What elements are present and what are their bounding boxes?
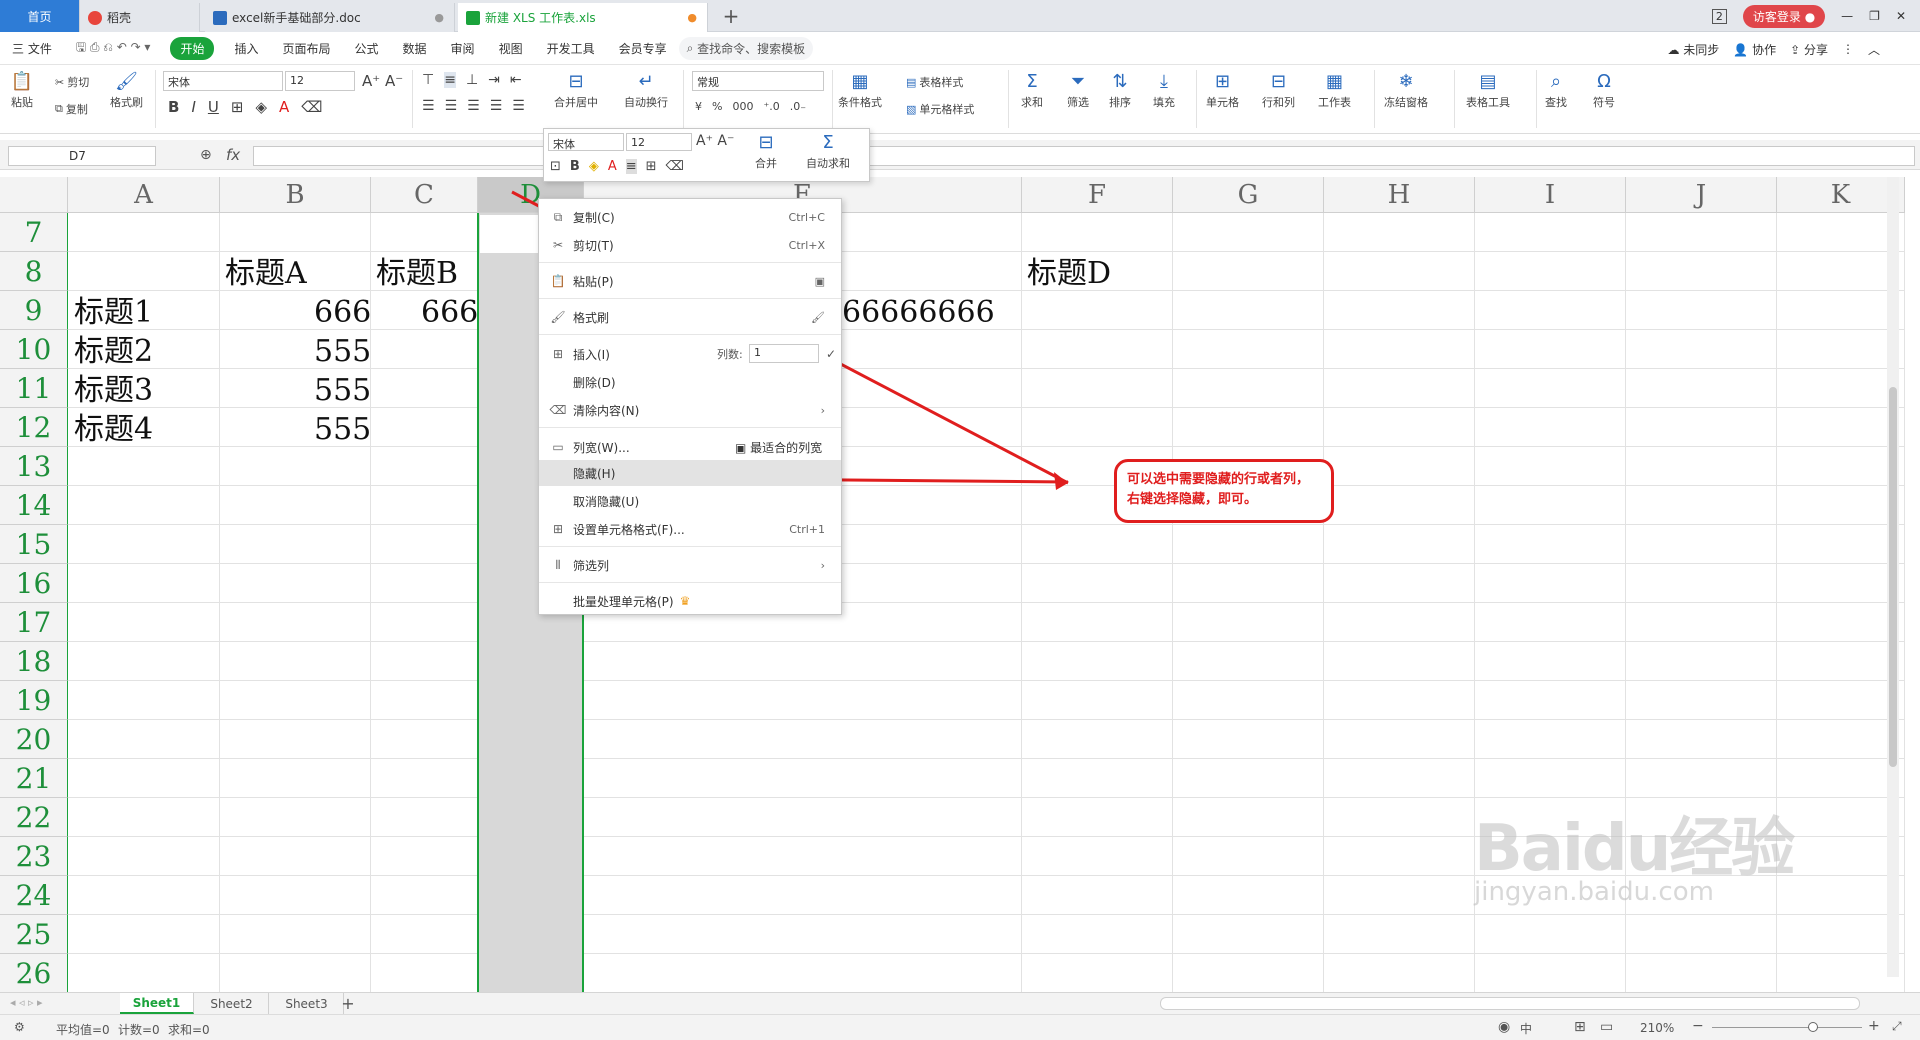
mini-sigma-icon: Σ bbox=[822, 132, 834, 153]
menu-separator bbox=[539, 334, 841, 335]
sheet-tab-3[interactable]: Sheet3 bbox=[270, 993, 344, 1014]
menu-filter-column[interactable]: ⫴ 筛选列 › bbox=[539, 552, 841, 578]
best-fit-width-button[interactable]: ▣ 最适合的列宽 bbox=[735, 439, 822, 456]
insert-cols-stepper[interactable]: 1 bbox=[749, 344, 819, 363]
menu-column-width[interactable]: ▭ 列宽(W)... ▣ 最适合的列宽 bbox=[539, 434, 841, 460]
paste-icon: 📋 bbox=[550, 274, 566, 288]
menu-separator bbox=[539, 298, 841, 299]
mini-merge-icon: ⊟ bbox=[758, 132, 774, 153]
menu-paste-label: 粘贴(P) bbox=[573, 274, 614, 289]
sheet-nav-arrows[interactable]: ◂ ◃ ▹ ▸ bbox=[10, 996, 43, 1009]
menu-batch-label: 批量处理单元格(P) bbox=[573, 594, 674, 609]
annotation-arrows bbox=[511, 190, 1069, 490]
zoom-out-icon[interactable]: − bbox=[1692, 1018, 1704, 1034]
menu-hide[interactable]: 隐藏(H) bbox=[539, 460, 841, 486]
menu-separator bbox=[539, 546, 841, 547]
insert-icon: ⊞ bbox=[552, 347, 564, 361]
format-painter-lock-icon[interactable]: 🖌 bbox=[811, 311, 825, 324]
menu-format-cells[interactable]: ⊞ 设置单元格格式(F)... Ctrl+1 bbox=[539, 516, 841, 542]
menu-delete-label: 删除(D) bbox=[573, 375, 616, 390]
zoom-level[interactable]: 210% bbox=[1640, 1021, 1674, 1035]
menu-copy-label: 复制(C) bbox=[573, 210, 615, 225]
format-cells-icon: ⊞ bbox=[552, 522, 564, 536]
zoom-in-icon[interactable]: + bbox=[1868, 1018, 1880, 1034]
annotation-callout: 可以选中需要隐藏的行或者列，右键选择隐藏，即可。 bbox=[1114, 459, 1334, 523]
submenu-arrow-icon: › bbox=[820, 403, 825, 417]
menu-batch-process[interactable]: 批量处理单元格(P) ♛ bbox=[539, 588, 841, 614]
filter-column-icon: ⫴ bbox=[555, 557, 561, 572]
menu-copy[interactable]: ⧉ 复制(C) Ctrl+C bbox=[539, 204, 841, 230]
submenu-arrow-icon: › bbox=[820, 558, 825, 572]
menu-clear-label: 清除内容(N) bbox=[573, 403, 640, 418]
mini-bold-icon[interactable]: B bbox=[570, 159, 580, 174]
menu-unhide-label: 取消隐藏(U) bbox=[573, 494, 640, 509]
menu-unhide[interactable]: 取消隐藏(U) bbox=[539, 488, 841, 514]
sheet-tab-1[interactable]: Sheet1 bbox=[120, 993, 194, 1014]
menu-hide-label: 隐藏(H) bbox=[573, 466, 616, 481]
mini-size-select[interactable]: 12 bbox=[626, 133, 692, 151]
zoom-slider-thumb[interactable] bbox=[1808, 1022, 1818, 1032]
fullscreen-icon[interactable]: ⤢ bbox=[1892, 1019, 1902, 1034]
insert-cols-label: 列数: bbox=[717, 348, 743, 361]
menu-cut-label: 剪切(T) bbox=[573, 238, 614, 253]
menu-insert[interactable]: ⊞ 插入(I) 列数: 1 ✓ bbox=[539, 341, 841, 367]
mini-eraser-icon[interactable]: ⌫ bbox=[666, 159, 684, 174]
mini-merge-button[interactable]: ⊟ 合并 bbox=[754, 131, 778, 171]
menu-paste[interactable]: 📋 粘贴(P) ▣ bbox=[539, 268, 841, 294]
macro-record-icon[interactable]: ⚙ bbox=[14, 1020, 25, 1034]
column-width-icon: ▭ bbox=[552, 440, 564, 454]
sheet-tab-bar: ◂ ◃ ▹ ▸ Sheet1 Sheet2 Sheet3 + bbox=[0, 992, 1920, 1014]
mini-grow-shrink[interactable]: A⁺ A⁻ bbox=[696, 133, 734, 149]
mini-toolbar: 宋体 12 A⁺ A⁻ ⊡ B ◈ A ≡ ⊞ ⌫ ⊟ 合并 Σ 自动求和 bbox=[543, 128, 870, 182]
horizontal-scrollbar[interactable] bbox=[1160, 997, 1860, 1010]
menu-format-cells-shortcut: Ctrl+1 bbox=[789, 522, 825, 536]
scissors-icon: ✂ bbox=[552, 238, 564, 252]
menu-format-cells-label: 设置单元格格式(F)... bbox=[573, 522, 685, 537]
sheet-tab-2[interactable]: Sheet2 bbox=[195, 993, 269, 1014]
menu-separator bbox=[539, 427, 841, 428]
input-method-icon[interactable]: 中 bbox=[1520, 1020, 1532, 1037]
brush-icon: 🖌 bbox=[550, 310, 566, 324]
mini-autosum-label: 自动求和 bbox=[806, 157, 850, 170]
paste-options-icon[interactable]: ▣ bbox=[815, 275, 825, 288]
zoom-slider[interactable] bbox=[1712, 1022, 1862, 1032]
status-sum: 求和=0 bbox=[168, 1023, 210, 1037]
mini-font-color-icon[interactable]: A bbox=[608, 159, 617, 174]
menu-cut[interactable]: ✂ 剪切(T) Ctrl+X bbox=[539, 232, 841, 258]
status-average: 平均值=0 bbox=[56, 1023, 110, 1037]
menu-filter-column-label: 筛选列 bbox=[573, 558, 610, 573]
crown-icon: ♛ bbox=[679, 594, 691, 608]
menu-cut-shortcut: Ctrl+X bbox=[788, 238, 825, 252]
menu-column-width-label: 列宽(W)... bbox=[573, 440, 630, 455]
best-fit-label: 最适合的列宽 bbox=[750, 440, 823, 455]
menu-insert-label: 插入(I) bbox=[573, 347, 610, 362]
mini-autosum-button[interactable]: Σ 自动求和 bbox=[806, 131, 850, 171]
confirm-check-icon[interactable]: ✓ bbox=[826, 347, 836, 361]
mini-style-buttons[interactable]: ⊡ B ◈ A ≡ ⊞ ⌫ bbox=[550, 159, 684, 174]
menu-separator bbox=[539, 582, 841, 583]
menu-delete[interactable]: 删除(D) bbox=[539, 369, 841, 395]
eye-protect-icon[interactable]: ◉ bbox=[1498, 1019, 1510, 1035]
context-menu: ⧉ 复制(C) Ctrl+C ✂ 剪切(T) Ctrl+X 📋 粘贴(P) ▣ 🖌 格式刷 🖌 … bbox=[538, 198, 842, 615]
mini-fill-icon[interactable]: ◈ bbox=[589, 159, 599, 174]
status-bar: ⚙ 平均值=0 计数=0 求和=0 ◉ 中 ⊞ ▭ 210% − + ⤢ bbox=[0, 1014, 1920, 1040]
mini-font-select[interactable]: 宋体 bbox=[548, 133, 624, 151]
add-sheet-button[interactable]: + bbox=[336, 993, 360, 1014]
mini-wrap-icon[interactable]: ⊡ bbox=[550, 159, 561, 174]
menu-clear-contents[interactable]: ⌫ 清除内容(N) › bbox=[539, 397, 841, 423]
menu-format-painter-label: 格式刷 bbox=[573, 310, 610, 325]
mini-merge-label: 合并 bbox=[755, 157, 777, 170]
menu-format-painter[interactable]: 🖌 格式刷 🖌 bbox=[539, 304, 841, 330]
status-count: 计数=0 bbox=[118, 1023, 160, 1037]
mini-align-icon[interactable]: ≡ bbox=[625, 159, 637, 174]
normal-view-icon[interactable]: ⊞ bbox=[1574, 1019, 1586, 1035]
page-view-icon[interactable]: ▭ bbox=[1600, 1019, 1613, 1035]
menu-separator bbox=[539, 262, 841, 263]
mini-border-icon[interactable]: ⊞ bbox=[646, 159, 657, 174]
clear-icon: ⌫ bbox=[549, 403, 567, 417]
copy-icon: ⧉ bbox=[553, 209, 563, 224]
menu-copy-shortcut: Ctrl+C bbox=[788, 210, 825, 224]
best-fit-icon: ▣ bbox=[735, 440, 751, 455]
